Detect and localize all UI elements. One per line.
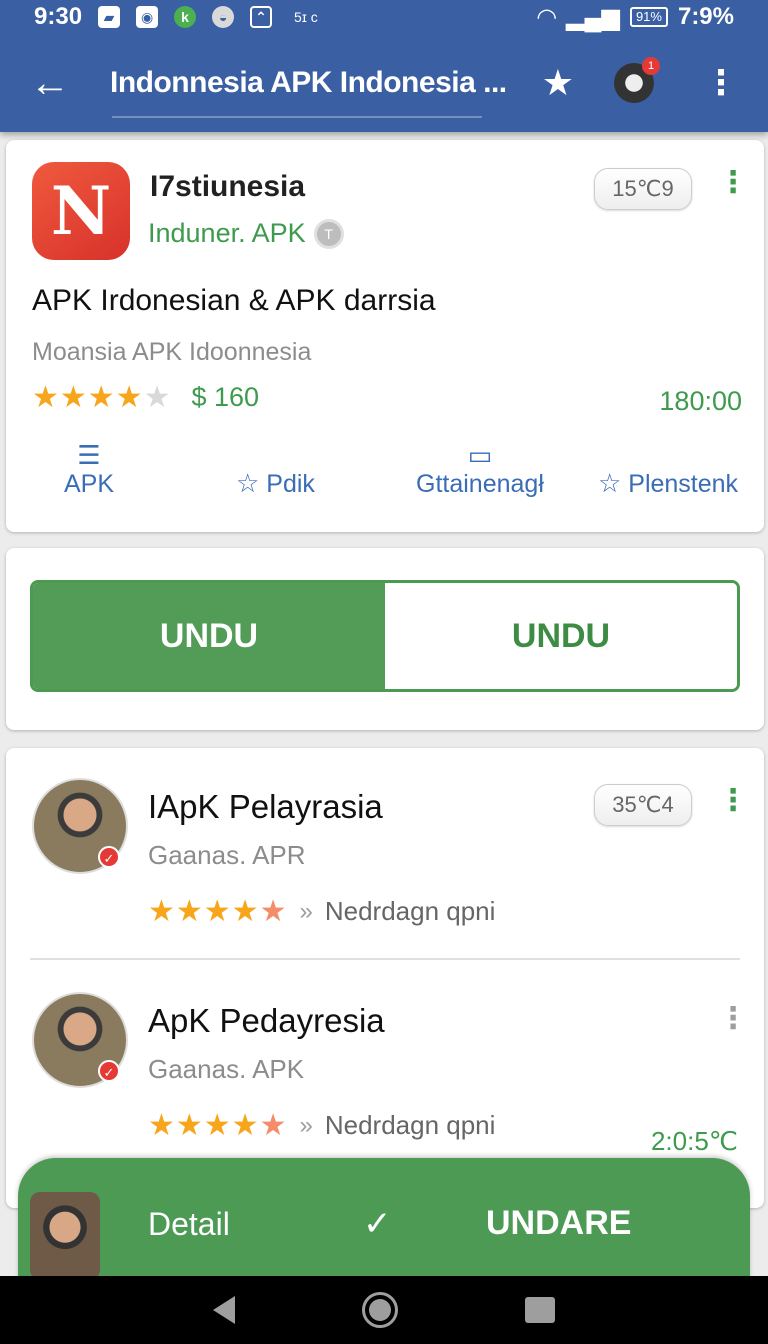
app-icon-letter: N xyxy=(50,172,112,250)
avatar: ✓ xyxy=(32,778,128,874)
nav-home-icon[interactable] xyxy=(361,1292,398,1328)
app-name: Ɩ7stiunesia xyxy=(150,170,306,203)
toggle-left-button[interactable]: UNDU xyxy=(33,583,385,689)
briefcase-icon: ▭ xyxy=(467,440,493,470)
app-subtitle: Moansia APK Idoonnesia xyxy=(32,338,312,366)
signal-icon: ▂▄▆ xyxy=(566,3,620,31)
wifi-icon: ◠ xyxy=(537,3,557,31)
star-outline-icon: ☆ xyxy=(236,468,260,498)
top-bar: 9:30 ▰ ◉ k ◒ ⌃ 5ɪ c ◠ ▂▄▆ 91% 7:9% ← Ind… xyxy=(0,0,768,132)
status-bar: 9:30 ▰ ◉ k ◒ ⌃ 5ɪ c ◠ ▂▄▆ 91% 7:9% xyxy=(0,0,768,34)
app-list-card: ✓ ΙApK Pelayrasia Gaanas. APR ★★★★★ » Ne… xyxy=(6,748,764,1208)
chevron-right-icon: » xyxy=(299,897,313,925)
back-arrow-icon[interactable]: ← xyxy=(30,61,80,106)
app-bar: ← Indonnesia APK Indonesia ... ★ 1 ⋮ xyxy=(0,34,768,132)
undare-button[interactable]: UNDARE xyxy=(486,1204,631,1243)
download-toggle-card: UNDU UNDU xyxy=(6,548,764,730)
divider xyxy=(30,958,740,960)
item-rating-row: ★★★★★ » Nedrdagn qpni xyxy=(148,894,495,929)
more-vert-icon[interactable]: ⋮ xyxy=(704,66,738,100)
toggle-right-button[interactable]: UNDU xyxy=(385,583,737,689)
status-right: ◠ ▂▄▆ 91% 7:9% xyxy=(538,3,734,32)
verified-check-icon: ✓ xyxy=(98,1060,120,1082)
action-label: APK xyxy=(64,470,115,498)
page-title: Indonnesia APK Indonesia ... xyxy=(110,66,507,99)
featured-app-card[interactable]: N Ɩ7stiunesia Induner. APK T 15℃9 ⋮ APK … xyxy=(6,140,764,532)
action-apk[interactable]: ☰ APK xyxy=(64,440,114,499)
detail-button[interactable]: Detail xyxy=(148,1206,230,1243)
item-size: 2:0:5℃ xyxy=(650,1126,738,1156)
app-developer[interactable]: Induner. APK xyxy=(148,218,306,249)
k-app-icon: k xyxy=(174,6,197,28)
favorite-star-icon[interactable]: ★ xyxy=(542,62,574,104)
account-avatar[interactable]: 1 xyxy=(614,57,660,103)
list-item[interactable]: ✓ ApK Pedayresia Gaanas. APK ★★★★★ » Ned… xyxy=(6,962,764,1162)
title-underline xyxy=(112,116,482,118)
system-nav-bar xyxy=(0,1276,768,1344)
action-gttainenagl[interactable]: ▭ Gttainenagł xyxy=(416,440,544,499)
more-vert-icon[interactable]: ⋮ xyxy=(718,786,748,816)
action-pdik[interactable]: ☆ Pdik xyxy=(236,468,315,499)
more-vert-icon[interactable]: ⋮ xyxy=(718,168,748,198)
check-icon[interactable]: ✓ xyxy=(363,1204,392,1244)
item-extra: Nedrdagn qpni xyxy=(324,1110,496,1140)
action-label: Gttainenagł xyxy=(416,470,544,498)
nav-back-icon[interactable] xyxy=(213,1296,236,1324)
item-extra: Nedrdagn qpni xyxy=(324,896,496,926)
globe-icon: ◒ xyxy=(212,6,235,28)
notification-app-icon: ▰ xyxy=(98,6,121,28)
bottom-action-bar: Detail ✓ UNDARE xyxy=(18,1158,750,1288)
star-rating: ★★★★★ xyxy=(148,1109,288,1142)
action-label: Pdik xyxy=(266,470,315,498)
avatar: ✓ xyxy=(32,992,128,1088)
wings-icon: ☰ xyxy=(77,440,101,470)
status-time: 9:30 xyxy=(34,3,83,30)
info-icon[interactable]: T xyxy=(313,218,344,249)
app-size: 180:00 xyxy=(659,386,742,416)
item-name: ΙApK Pelayrasia xyxy=(148,788,383,825)
featured-badge: 15℃9 xyxy=(594,168,692,210)
download-toggle: UNDU UNDU xyxy=(30,580,740,692)
item-badge: 35℃4 xyxy=(594,784,692,826)
status-extra-text: 5ɪ c xyxy=(294,9,318,25)
star-rating: ★★★★★ xyxy=(32,381,172,414)
action-row: ☰ APK ☆ Pdik ▭ Gttainenagł ☆ Plenstenk xyxy=(6,440,764,510)
message-icon: ◉ xyxy=(136,6,159,28)
notification-count-badge: 1 xyxy=(642,57,660,75)
app-description: APK Irdonesian & APK darrsia xyxy=(32,284,436,317)
star-rating: ★★★★★ xyxy=(148,895,288,928)
item-developer: Gaanas. APK xyxy=(148,1054,305,1084)
status-right-text: 7:9% xyxy=(677,3,734,30)
action-label: Plenstenk xyxy=(628,470,739,498)
action-plenstenk[interactable]: ☆ Plenstenk xyxy=(598,468,738,499)
rating-row: ★★★★★ $ 160 xyxy=(32,380,259,415)
item-developer: Gaanas. APR xyxy=(148,840,306,870)
battery-icon: 91% xyxy=(629,7,668,27)
star-outline-icon: ☆ xyxy=(598,468,622,498)
image-icon: ⌃ xyxy=(250,6,273,28)
more-vert-icon[interactable]: ⋮ xyxy=(718,1004,748,1034)
list-item[interactable]: ✓ ΙApK Pelayrasia Gaanas. APR ★★★★★ » Ne… xyxy=(6,748,764,948)
app-price: $ 160 xyxy=(191,382,260,412)
nav-recents-icon[interactable] xyxy=(524,1297,555,1323)
chevron-right-icon: » xyxy=(299,1111,313,1139)
verified-check-icon: ✓ xyxy=(98,846,120,868)
avatar xyxy=(30,1192,100,1280)
app-developer-row: Induner. APK T xyxy=(148,218,344,249)
app-icon: N xyxy=(32,162,130,260)
item-rating-row: ★★★★★ » Nedrdagn qpni xyxy=(148,1108,495,1143)
item-name: ApK Pedayresia xyxy=(148,1002,385,1039)
